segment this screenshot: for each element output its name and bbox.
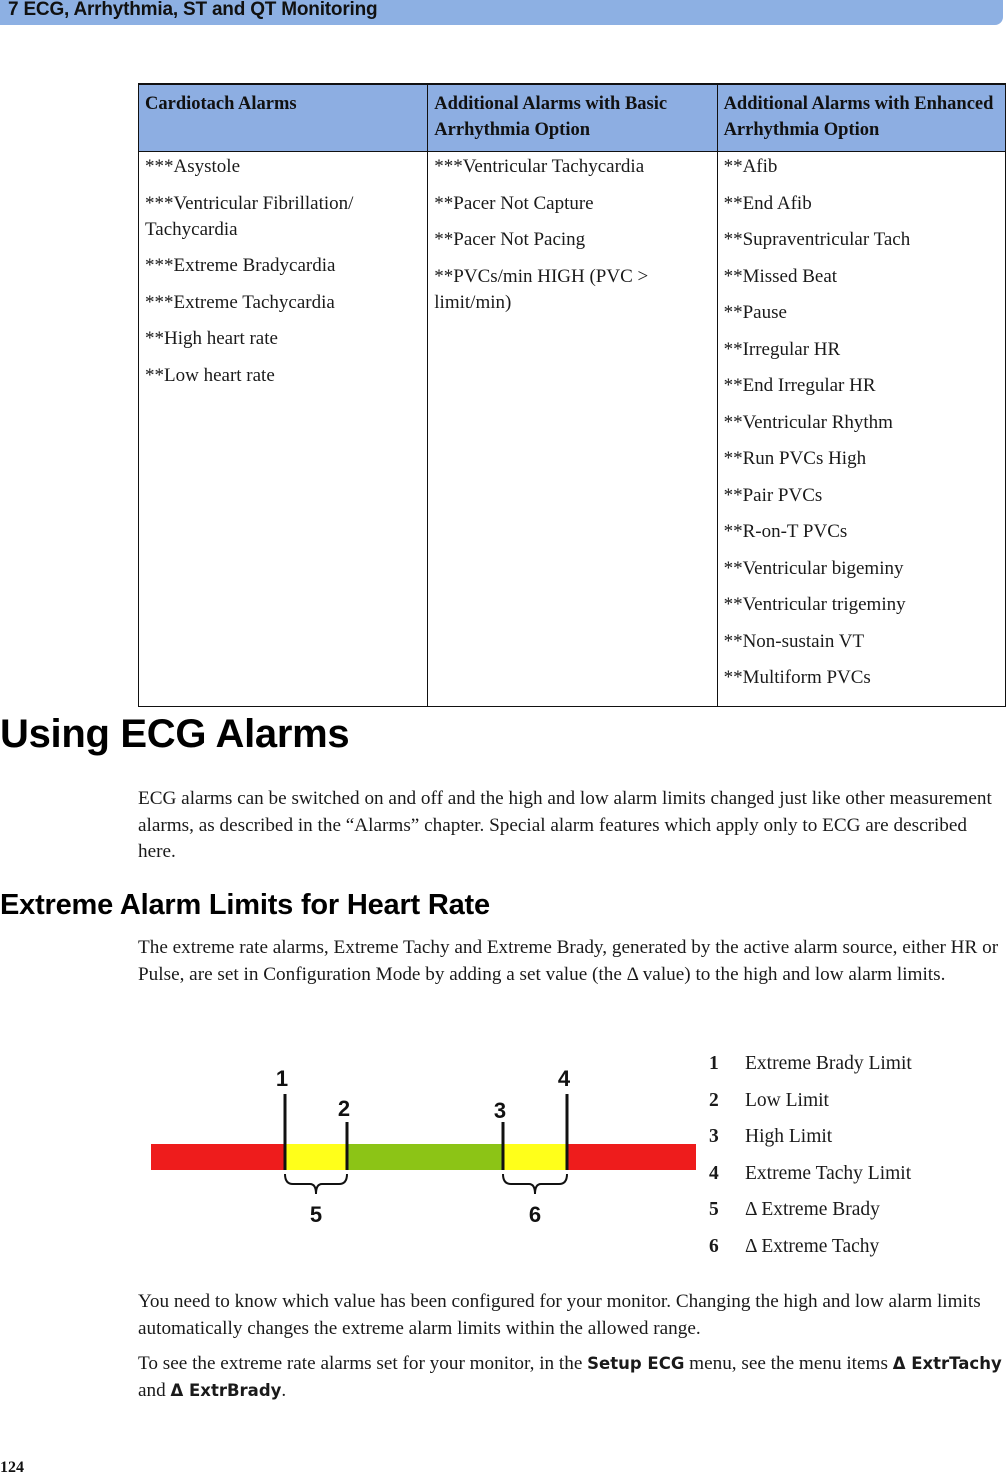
legend-label: Extreme Tachy Limit [745, 1162, 912, 1184]
delta-brace-label: 6 [529, 1202, 541, 1227]
basic-arrhythmia-alarms-cell: ***Ventricular Tachycardia **Pacer Not Ca… [427, 151, 718, 707]
alarm-item: **Pacer Not Pacing [434, 229, 586, 250]
delta-brace [502, 1173, 568, 1195]
legend-number: 5 [709, 1199, 719, 1221]
alarm-item: ***Ventricular Fibrillation/ Tachycardia [145, 192, 354, 240]
alarm-item: **Afib [723, 156, 778, 177]
limit-marker-label: 1 [276, 1066, 288, 1091]
extr-brady-menu-item: Δ ExtrBrady [170, 1380, 282, 1400]
column-header: Cardiotach Alarms [137, 83, 429, 152]
legend-number: 2 [709, 1089, 719, 1111]
alarm-table: Cardiotach Alarms Additional Alarms with… [137, 83, 1007, 707]
alarm-item: **Ventricular bigeminy [723, 557, 904, 579]
legend-item: 2 Low Limit [709, 1083, 912, 1120]
section-paragraph: ECG alarms can be switched on and off an… [138, 788, 992, 862]
legend-item: 3 High Limit [709, 1119, 912, 1156]
limit-marker-label: 3 [494, 1098, 506, 1123]
alarm-item: **Non-sustain VT [723, 630, 865, 652]
enhanced-arrhythmia-alarms-cell: **Afib **End Afib **Supraventricular Tach *… [716, 151, 1007, 707]
alarm-item: **Run PVCs High [723, 448, 867, 469]
chapter-title: 7 ECG, Arrhythmia, ST and QT Monitoring [8, 0, 378, 20]
delta-brace [284, 1173, 348, 1195]
alarm-item: **Multiform PVCs [723, 667, 871, 688]
instruction-text: To see the extreme rate alarms set for y… [138, 1353, 588, 1374]
setup-instruction-paragraph: To see the extreme rate alarms set for y… [138, 1351, 1004, 1404]
alarm-item: ***Extreme Tachycardia [145, 291, 335, 313]
legend-item: 4 Extreme Tachy Limit [709, 1156, 912, 1193]
page-number: 124 [0, 1459, 24, 1476]
legend-number: 1 [709, 1053, 719, 1075]
alarm-item: **Supraventricular Tach [723, 229, 911, 250]
extr-tachy-menu-item: Δ ExtrTachy [892, 1354, 1002, 1373]
cardiotach-alarms-cell: ***Asystole ***Ventricular Fibrillation/ … [137, 151, 429, 707]
chapter-header-bar: 7 ECG, Arrhythmia, ST and QT Monitoring [0, 0, 1003, 25]
closing-paragraph: You need to know which value has been co… [138, 1291, 981, 1339]
alarm-item: **End Irregular HR [723, 375, 876, 396]
legend-number: 3 [709, 1126, 719, 1148]
alarm-item: **Ventricular trigeminy [723, 594, 906, 615]
setup-ecg-menu-term: Setup ECG [587, 1354, 685, 1373]
legend-label: Δ Extreme Tachy [745, 1235, 880, 1257]
section-title: Using ECG Alarms [0, 712, 350, 756]
extreme-high-zone [567, 1144, 696, 1170]
column-header: Additional Alarms with Basic Arrhythmia … [427, 83, 718, 152]
subsection-paragraph: The extreme rate alarms, Extreme Tachy a… [138, 937, 999, 985]
legend-number: 6 [709, 1235, 719, 1257]
legend-item: 5 Δ Extreme Brady [709, 1192, 912, 1229]
legend-label: Extreme Brady Limit [745, 1053, 912, 1075]
alarm-item: **High heart rate [145, 328, 278, 349]
legend-label: Low Limit [745, 1089, 829, 1111]
extreme-low-zone [151, 1144, 285, 1170]
legend-item: 6 Δ Extreme Tachy [709, 1229, 912, 1266]
instruction-text: menu, see the menu items [684, 1353, 893, 1374]
legend-number: 4 [709, 1162, 719, 1184]
legend-item: 1 Extreme Brady Limit [709, 1046, 912, 1083]
alarm-item: **Ventricular Rhythm [723, 411, 893, 433]
alarm-item: ***Extreme Bradycardia [145, 255, 336, 276]
instruction-text: . [281, 1379, 287, 1401]
alarm-item: **Pair PVCs [723, 484, 823, 506]
instruction-text: and [138, 1379, 171, 1401]
alarm-item: **Pacer Not Capture [434, 192, 594, 214]
normal-zone [347, 1144, 503, 1170]
delta-tachy-zone [503, 1144, 567, 1170]
alarm-item: ***Asystole [145, 156, 240, 177]
alarm-item: **Missed Beat [723, 265, 838, 287]
alarm-item: **Irregular HR [723, 338, 841, 360]
subsection-title: Extreme Alarm Limits for Heart Rate [0, 889, 490, 921]
delta-brady-zone [285, 1144, 347, 1170]
column-header: Additional Alarms with Enhanced Arrhythm… [716, 83, 1007, 152]
alarm-item: **PVCs/min HIGH (PVC > limit/min) [434, 265, 649, 313]
alarm-item: ***Ventricular Tachycardia [434, 156, 645, 177]
table-row: ***Asystole ***Ventricular Fibrillation/ … [137, 151, 1007, 707]
diagram-legend: 1 Extreme Brady Limit 2 Low Limit 3 High Limi… [709, 1046, 912, 1265]
delta-brace-label: 5 [310, 1202, 322, 1227]
alarm-item: **Low heart rate [145, 364, 275, 386]
limit-marker-label: 4 [558, 1066, 571, 1091]
alarm-item: **R-on-T PVCs [723, 521, 848, 542]
alarm-item: **End Afib [723, 192, 812, 214]
legend-label: Δ Extreme Brady [745, 1199, 880, 1221]
legend-label: High Limit [745, 1126, 833, 1148]
alarm-limits-diagram: 1 2 3 4 5 6 [151, 1066, 696, 1227]
table-header-row: Cardiotach Alarms Additional Alarms with… [137, 83, 1007, 152]
alarm-item: **Pause [723, 302, 787, 323]
limit-marker-label: 2 [338, 1096, 350, 1121]
